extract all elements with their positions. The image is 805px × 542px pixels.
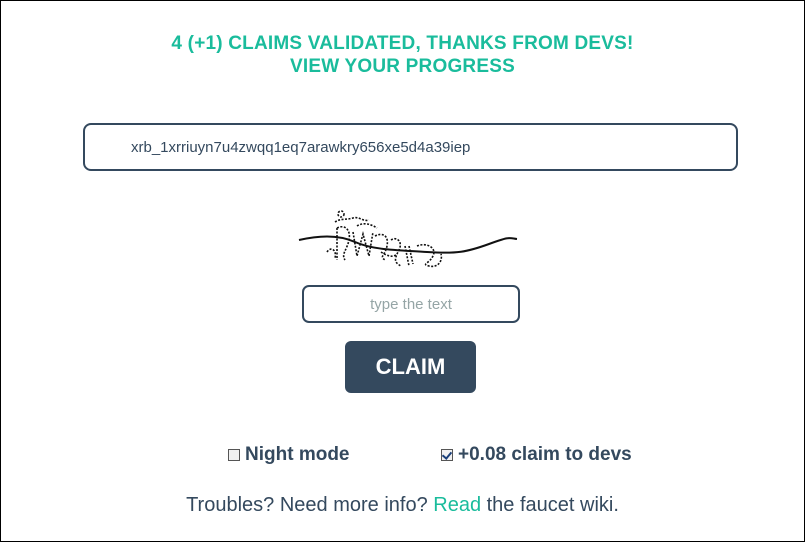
captcha-image <box>298 210 518 268</box>
night-mode-label: Night mode <box>245 444 350 465</box>
footer-suffix: the faucet wiki. <box>481 494 619 516</box>
status-header: 4 (+1) CLAIMS VALIDATED, THANKS FROM DEV… <box>1 32 804 78</box>
captcha-input[interactable] <box>302 285 520 323</box>
view-progress-link[interactable]: VIEW YOUR PROGRESS <box>1 55 804 78</box>
night-mode-checkbox[interactable] <box>228 449 240 461</box>
footer-help: Troubles? Need more info? Read the fauce… <box>1 494 804 517</box>
claim-to-devs-label: +0.08 claim to devs <box>458 444 632 465</box>
claims-validated-text: 4 (+1) CLAIMS VALIDATED, THANKS FROM DEV… <box>171 33 634 54</box>
address-input[interactable] <box>83 123 738 171</box>
claim-to-devs-checkbox[interactable] <box>441 449 453 461</box>
faucet-page: 4 (+1) CLAIMS VALIDATED, THANKS FROM DEV… <box>0 0 805 542</box>
claim-to-devs-option[interactable]: +0.08 claim to devs <box>441 443 632 467</box>
night-mode-option[interactable]: Night mode <box>228 443 350 467</box>
claim-button[interactable]: CLAIM <box>345 341 476 393</box>
footer-prefix: Troubles? Need more info? <box>186 494 434 516</box>
read-wiki-link[interactable]: Read <box>433 494 481 516</box>
